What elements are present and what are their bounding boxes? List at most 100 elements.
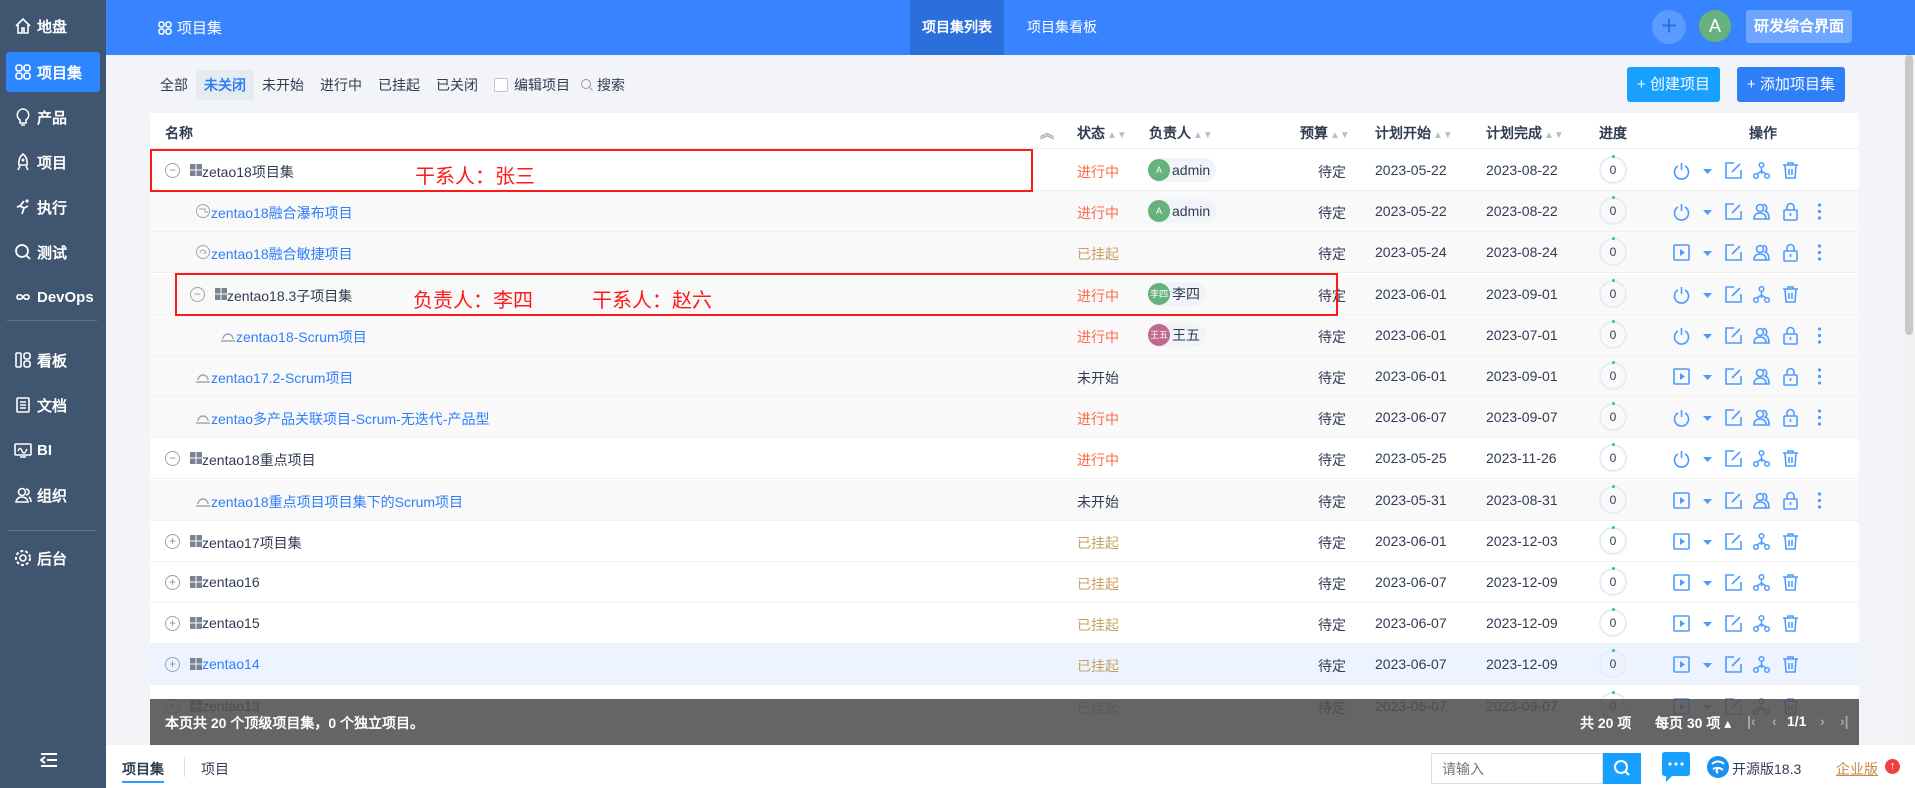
caret-down-icon[interactable]: [1698, 491, 1717, 510]
search-toggle[interactable]: 搜索: [597, 75, 625, 95]
search-icon[interactable]: [580, 78, 594, 92]
lock-icon[interactable]: [1781, 202, 1800, 221]
sidebar-item-3[interactable]: 项目: [6, 142, 100, 182]
link-tree-icon[interactable]: [1752, 614, 1771, 633]
add-program-button[interactable]: + 添加项目集: [1737, 67, 1845, 102]
row-name[interactable]: zentao16: [202, 574, 260, 590]
more-icon[interactable]: [1810, 243, 1829, 262]
more-icon[interactable]: [1810, 408, 1829, 427]
power-icon[interactable]: [1672, 285, 1691, 304]
edit-icon[interactable]: [1724, 614, 1743, 633]
col-budget[interactable]: 预算 ▲▼: [1300, 123, 1350, 143]
team-icon[interactable]: [1752, 326, 1771, 345]
delete-icon[interactable]: [1781, 285, 1800, 304]
filter-0[interactable]: 全部: [152, 70, 196, 100]
sidebar-item-1[interactable]: 项目集: [6, 52, 100, 92]
more-icon[interactable]: [1810, 491, 1829, 510]
edit-icon[interactable]: [1724, 202, 1743, 221]
delete-icon[interactable]: [1781, 655, 1800, 674]
power-icon[interactable]: [1672, 326, 1691, 345]
caret-down-icon[interactable]: [1698, 367, 1717, 386]
sidebar-item-6[interactable]: DevOps: [6, 277, 100, 317]
edit-icon[interactable]: [1724, 408, 1743, 427]
team-icon[interactable]: [1752, 243, 1771, 262]
link-tree-icon[interactable]: [1752, 573, 1771, 592]
delete-icon[interactable]: [1781, 161, 1800, 180]
team-icon[interactable]: [1752, 202, 1771, 221]
start-icon[interactable]: [1672, 532, 1691, 551]
version-label[interactable]: 开源版18.3: [1732, 759, 1801, 779]
link-tree-icon[interactable]: [1752, 161, 1771, 180]
collapse-toggle-icon[interactable]: −: [165, 451, 180, 467]
expand-toggle-icon[interactable]: +: [165, 533, 180, 549]
link-tree-icon[interactable]: [1752, 285, 1771, 304]
caret-down-icon[interactable]: [1698, 408, 1717, 427]
edit-icon[interactable]: [1724, 573, 1743, 592]
delete-icon[interactable]: [1781, 532, 1800, 551]
create-project-button[interactable]: + 创建项目: [1627, 67, 1720, 102]
sidebar-item-5[interactable]: 测试: [6, 232, 100, 272]
last-page-icon[interactable]: ›|: [1840, 713, 1849, 729]
lock-icon[interactable]: [1781, 491, 1800, 510]
search-button[interactable]: [1603, 753, 1641, 784]
edit-icon[interactable]: [1724, 655, 1743, 674]
caret-down-icon[interactable]: [1698, 532, 1717, 551]
row-name[interactable]: zentao18重点项目项目集下的Scrum项目: [211, 492, 463, 512]
edit-project-label[interactable]: 编辑项目: [514, 75, 570, 95]
enterprise-link[interactable]: 企业版: [1836, 759, 1878, 779]
power-icon[interactable]: [1672, 161, 1691, 180]
row-name[interactable]: zentao17项目集: [202, 533, 302, 553]
collapse-all-icon[interactable]: ︽: [1040, 123, 1054, 143]
sidebar-item-10[interactable]: 组织: [6, 475, 100, 515]
filter-5[interactable]: 已关闭: [428, 70, 486, 100]
sidebar-item-0[interactable]: 地盘: [6, 6, 100, 46]
edit-icon[interactable]: [1724, 161, 1743, 180]
lock-icon[interactable]: [1781, 326, 1800, 345]
link-tree-icon[interactable]: [1752, 655, 1771, 674]
more-icon[interactable]: [1810, 326, 1829, 345]
page-scrollbar[interactable]: [1903, 55, 1915, 745]
upgrade-icon[interactable]: ↑: [1885, 759, 1900, 774]
edit-project-checkbox[interactable]: [494, 78, 508, 92]
filter-1[interactable]: 未关闭: [196, 70, 254, 100]
start-icon[interactable]: [1672, 243, 1691, 262]
per-page-select[interactable]: 每页 30 项 ▴: [1655, 713, 1731, 733]
row-name[interactable]: zentao18融合敏捷项目: [211, 244, 353, 264]
bottom-tab-program[interactable]: 项目集: [122, 759, 164, 783]
delete-icon[interactable]: [1781, 449, 1800, 468]
lock-icon[interactable]: [1781, 408, 1800, 427]
row-name[interactable]: zentao15: [202, 615, 260, 631]
caret-down-icon[interactable]: [1698, 614, 1717, 633]
caret-down-icon[interactable]: [1698, 449, 1717, 468]
caret-down-icon[interactable]: [1698, 243, 1717, 262]
start-icon[interactable]: [1672, 614, 1691, 633]
edit-icon[interactable]: [1724, 326, 1743, 345]
power-icon[interactable]: [1672, 449, 1691, 469]
lock-icon[interactable]: [1781, 243, 1800, 263]
sidebar-item-8[interactable]: 文档: [6, 385, 100, 425]
team-icon[interactable]: [1752, 367, 1771, 386]
caret-down-icon[interactable]: [1698, 285, 1717, 304]
expand-toggle-icon[interactable]: +: [165, 575, 180, 590]
sidebar-item-7[interactable]: 看板: [6, 340, 100, 380]
filter-2[interactable]: 未开始: [254, 70, 312, 100]
power-icon[interactable]: [1672, 202, 1691, 221]
col-start[interactable]: 计划开始 ▲▼: [1375, 123, 1453, 143]
first-page-icon[interactable]: |‹: [1747, 713, 1756, 729]
col-owner[interactable]: 负责人 ▲▼: [1149, 123, 1213, 143]
caret-down-icon[interactable]: [1698, 161, 1717, 180]
edit-icon[interactable]: [1724, 491, 1743, 510]
power-icon[interactable]: [1672, 408, 1691, 427]
row-name[interactable]: zentao18融合瀑布项目: [211, 203, 353, 223]
sidebar-item-11[interactable]: 后台: [6, 538, 100, 578]
row-name[interactable]: zentao多产品关联项目-Scrum-无迭代-产品型: [211, 409, 489, 429]
collapse-sidebar-icon[interactable]: [39, 752, 58, 771]
row-name[interactable]: zentao18重点项目: [202, 450, 316, 470]
link-tree-icon[interactable]: [1752, 449, 1771, 468]
row-name[interactable]: zentao14: [202, 656, 260, 672]
row-name[interactable]: zentao18-Scrum项目: [236, 327, 367, 347]
sidebar-item-2[interactable]: 产品: [6, 97, 100, 137]
team-icon[interactable]: [1752, 408, 1771, 427]
sidebar-item-9[interactable]: BI: [6, 430, 100, 470]
caret-down-icon[interactable]: [1698, 573, 1717, 592]
